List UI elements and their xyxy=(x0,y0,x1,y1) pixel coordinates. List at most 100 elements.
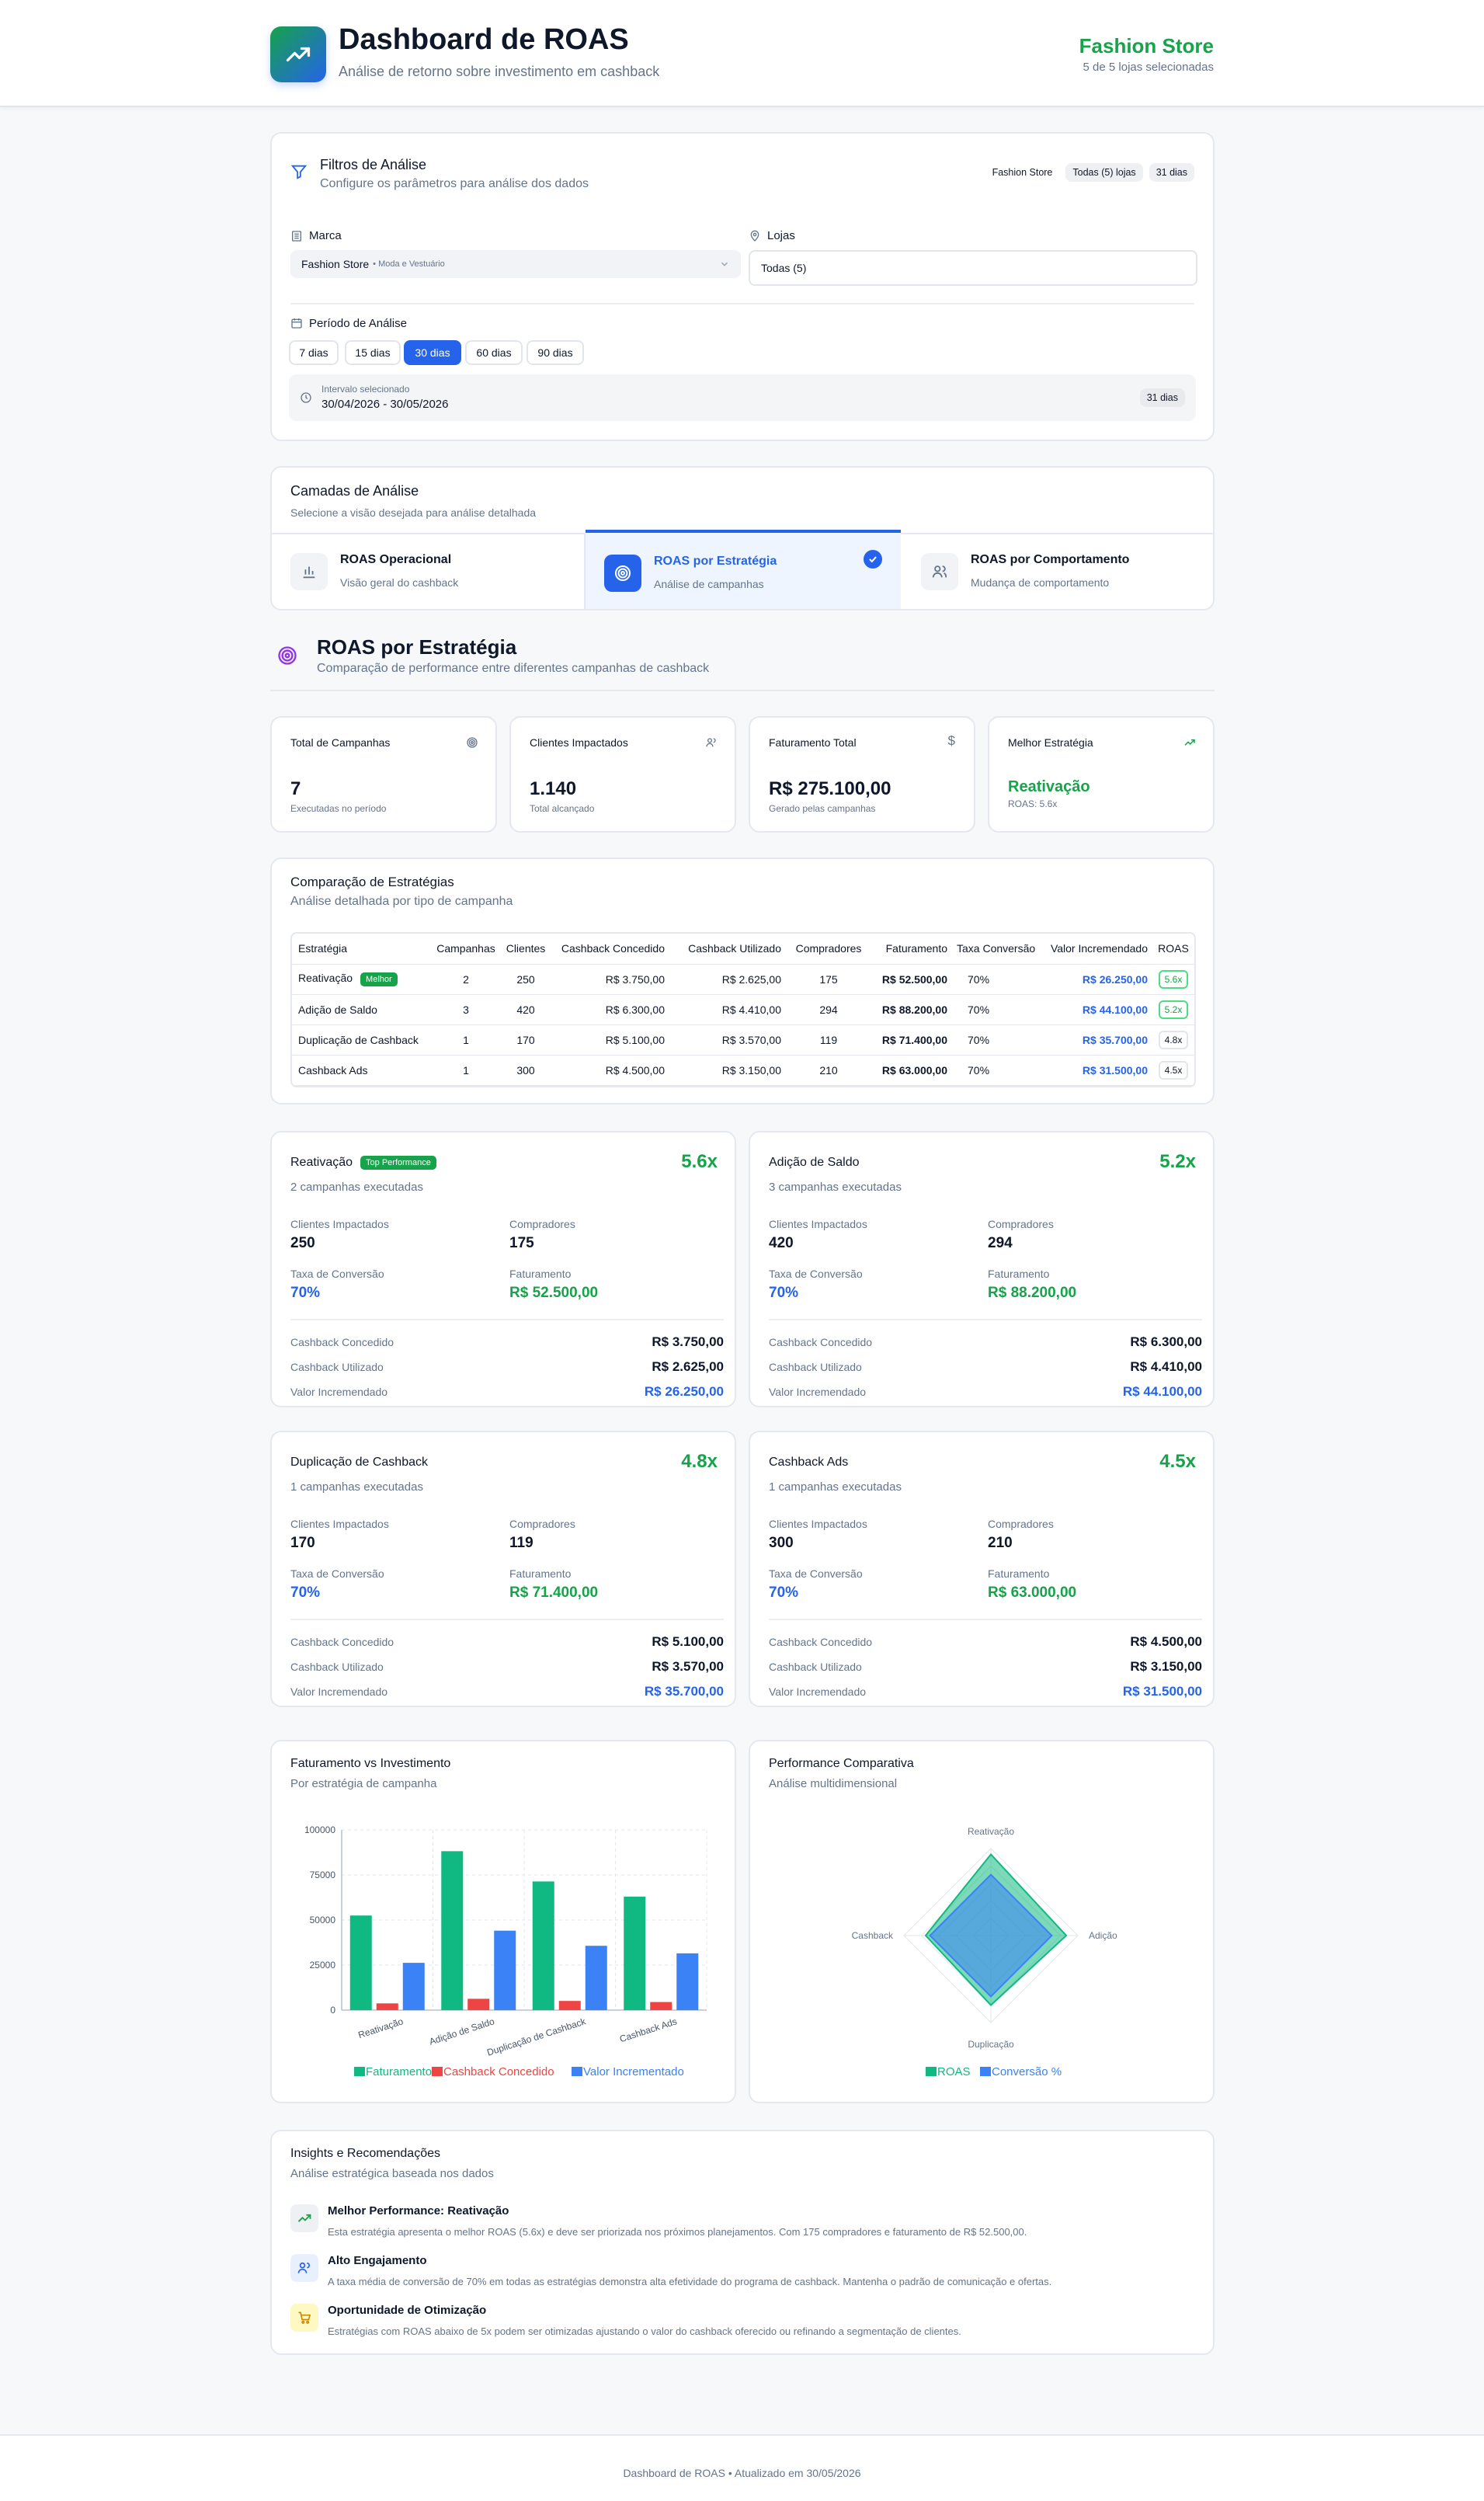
table-header-row: Estratégia Campanhas Clientes Cashback C… xyxy=(292,934,1194,965)
cell-campaigns: 2 xyxy=(429,964,503,995)
cell-conv: 70% xyxy=(952,964,1042,995)
granted-value: R$ 4.500,00 xyxy=(605,1063,665,1077)
buyers-label: Compradores xyxy=(509,1518,575,1530)
x-tick-label: Reativação xyxy=(356,2016,405,2040)
layer-selected-check-icon xyxy=(864,550,882,569)
name-value: Reativação xyxy=(298,972,353,984)
comparison-subtitle: Análise detalhada por tipo de campanha xyxy=(290,895,513,908)
campaigns-value: 1 xyxy=(463,1033,469,1046)
granted-value: R$ 4.500,00 xyxy=(1130,1634,1202,1649)
insight-title: Melhor Performance: Reativação xyxy=(328,2204,509,2218)
layer-strategy[interactable]: ROAS por Estratégia Análise de campanhas xyxy=(586,530,901,609)
filter-icon xyxy=(290,165,308,179)
buyers-value: 119 xyxy=(819,1033,838,1046)
y-tick-label: 75000 xyxy=(310,1870,336,1880)
granted-value: R$ 3.750,00 xyxy=(605,972,665,986)
kpi-clients-impacted: Clientes Impactados 1.140 Total alcançad… xyxy=(509,716,736,833)
strategy-name: Reativação Top Performance xyxy=(290,1156,436,1170)
stores-select[interactable]: Todas (5) xyxy=(749,250,1197,286)
kpi-sub: Total alcançado xyxy=(530,803,595,814)
bar-chart-title: Faturamento vs Investimento xyxy=(290,1757,451,1770)
footer-text: Dashboard de ROAS • Atualizado em 30/05/… xyxy=(623,2467,861,2479)
stores-label: Lojas xyxy=(767,229,795,242)
layer-behavior-icon-box xyxy=(921,553,958,590)
y-tick-label: 0 xyxy=(330,2005,335,2016)
cell-revenue: R$ 63.000,00 xyxy=(871,1055,952,1086)
cell-granted: R$ 3.750,00 xyxy=(548,964,669,995)
cell-campaigns: 3 xyxy=(429,994,503,1025)
layer-operational[interactable]: ROAS Operacional Visão geral do cashback xyxy=(272,534,586,609)
users-icon xyxy=(932,565,947,578)
radar-chart: Reativação Adição Duplicação Cashback ROAS Co… xyxy=(852,1826,1117,2078)
period-90-days[interactable]: 90 dias xyxy=(527,340,584,365)
card-divider xyxy=(290,1619,724,1620)
strategy-name-text: Adição de Saldo xyxy=(769,1156,860,1169)
store-name: Fashion Store xyxy=(1079,34,1214,57)
tag-brand: Fashion Store xyxy=(985,163,1060,182)
cell-clients: 170 xyxy=(503,1024,548,1056)
bar xyxy=(349,1915,372,2010)
bar xyxy=(650,2002,672,2010)
clients-value: 420 xyxy=(516,1003,535,1016)
bar xyxy=(532,1881,554,2010)
conv-label: Taxa de Conversão xyxy=(769,1268,863,1280)
th-roas: ROAS xyxy=(1152,934,1194,965)
active-filter-tags: Fashion Store Todas (5) lojas 31 dias xyxy=(985,163,1194,182)
strategy-roas: 4.5x xyxy=(1159,1451,1196,1472)
revenue-value: R$ 52.500,00 xyxy=(881,972,947,986)
brand-select[interactable]: Fashion Store • Moda e Vestuário xyxy=(290,250,741,278)
conv-value: 70% xyxy=(968,1063,990,1077)
x-tick-label: Adição de Saldo xyxy=(428,2016,496,2047)
cell-granted: R$ 4.500,00 xyxy=(548,1055,669,1086)
strategy-roas: 5.6x xyxy=(681,1151,718,1172)
chevron-down-icon xyxy=(721,262,728,266)
section-divider xyxy=(270,690,1215,691)
stores-select-value: Todas (5) xyxy=(761,262,807,274)
period-15-days[interactable]: 15 dias xyxy=(345,340,401,365)
strategy-campaigns: 1 campanhas executadas xyxy=(769,1480,902,1494)
filters-divider xyxy=(290,303,1194,304)
incr-value: R$ 35.700,00 xyxy=(1082,1033,1148,1046)
incr-value: R$ 44.100,00 xyxy=(1122,1384,1202,1399)
cell-clients: 250 xyxy=(503,964,548,995)
clients-value: 250 xyxy=(290,1235,315,1251)
cell-roas: 5.6x xyxy=(1152,964,1194,995)
buyers-label: Compradores xyxy=(988,1218,1054,1230)
kpi-label: Clientes Impactados xyxy=(530,736,628,749)
layer-behavior[interactable]: ROAS por Comportamento Mudança de compor… xyxy=(902,534,1213,609)
buyers-value: 210 xyxy=(988,1535,1013,1551)
bar xyxy=(624,1896,646,2010)
incr-row: Valor Incremendado R$ 31.500,00 xyxy=(769,1684,1202,1699)
bar-chart-card: Faturamento vs Investimento Por estratég… xyxy=(270,1740,736,2103)
strategy-card: Adição de Saldo 5.2x 3 campanhas executada… xyxy=(749,1131,1215,1407)
clients-value: 170 xyxy=(516,1033,535,1046)
conv-label: Taxa de Conversão xyxy=(290,1567,384,1580)
buyers-value: 294 xyxy=(988,1235,1013,1251)
incr-value: R$ 35.700,00 xyxy=(644,1684,724,1699)
strategy-campaigns: 1 campanhas executadas xyxy=(290,1480,423,1494)
interval-label: Intervalo selecionado xyxy=(321,384,410,395)
strategy-name-text: Cashback Ads xyxy=(769,1456,849,1469)
roas-badge: 5.2x xyxy=(1158,1000,1189,1019)
revenue-label: Faturamento xyxy=(509,1567,572,1580)
layer-operational-title: ROAS Operacional xyxy=(340,553,452,566)
period-60-days[interactable]: 60 dias xyxy=(465,340,523,365)
cell-used: R$ 4.410,00 xyxy=(669,994,786,1025)
period-7-days[interactable]: 7 dias xyxy=(289,340,339,365)
bar xyxy=(402,1963,425,2010)
trending-up-icon xyxy=(297,2214,311,2222)
clients-label: Clientes Impactados xyxy=(769,1218,867,1230)
used-value: R$ 4.410,00 xyxy=(1130,1359,1202,1374)
bar xyxy=(376,2003,398,2010)
kpi-value: 7 xyxy=(290,778,301,799)
layer-strategy-icon-box xyxy=(604,555,641,592)
used-value: R$ 3.150,00 xyxy=(1130,1659,1202,1674)
buyers-value: 210 xyxy=(819,1063,838,1077)
period-30-days[interactable]: 30 dias xyxy=(404,340,461,365)
trending-up-icon xyxy=(1184,739,1195,746)
interval-box: Intervalo selecionado 30/04/2026 - 30/05… xyxy=(289,374,1196,421)
conv-label: Taxa de Conversão xyxy=(290,1268,384,1280)
radar-axis-label: Adição xyxy=(1089,1930,1117,1941)
insight-icon-box xyxy=(290,2254,318,2282)
kpi-value: R$ 275.100,00 xyxy=(769,778,891,799)
